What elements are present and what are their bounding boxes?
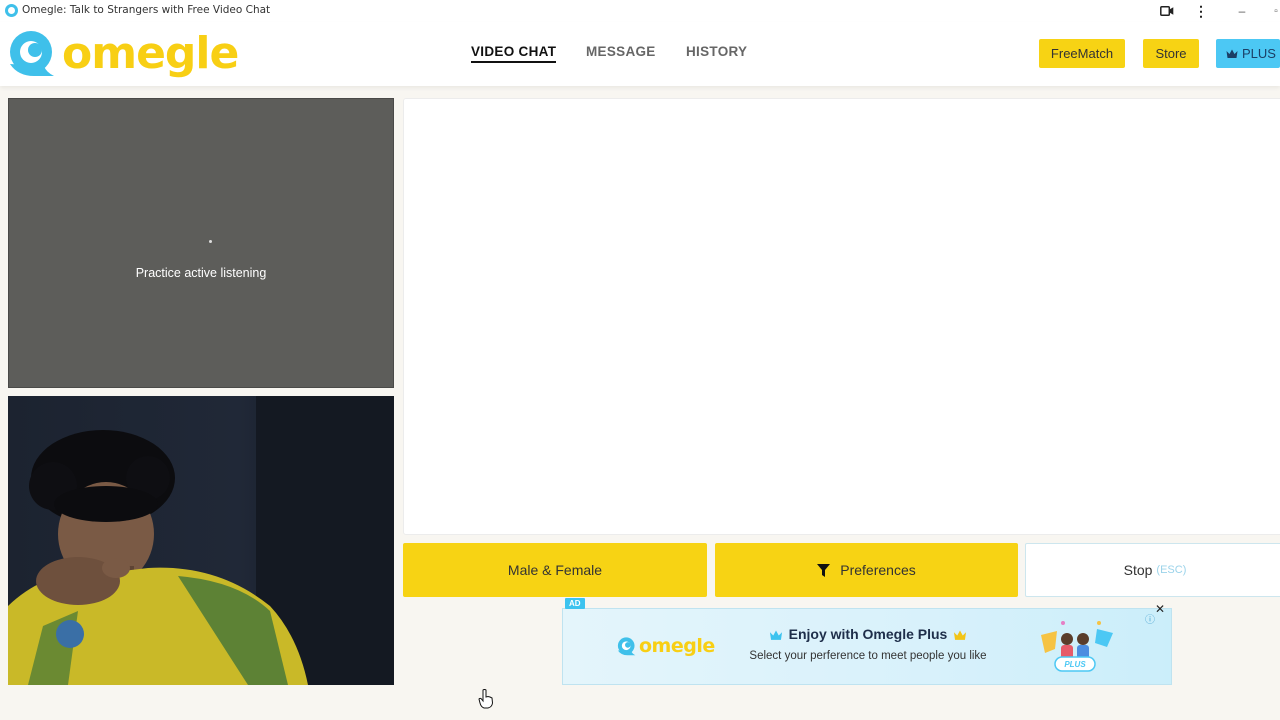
stop-label: Stop: [1123, 562, 1153, 578]
crown-icon: [1226, 49, 1238, 58]
loading-spinner-icon: [209, 240, 212, 243]
minimize-icon[interactable]: –: [1236, 2, 1248, 20]
stranger-status-text: Practice active listening: [135, 266, 267, 280]
stop-shortcut-hint: (ESC): [1156, 564, 1187, 576]
stop-button[interactable]: Stop (ESC): [1025, 543, 1280, 597]
site-header: omegle VIDEO CHAT MESSAGE HISTORY FreeMa…: [0, 22, 1280, 86]
omegle-logo-text: omegle: [62, 28, 239, 79]
ad-badge: AD: [565, 598, 585, 609]
self-camera-feed: [8, 396, 394, 685]
crown-icon: [769, 630, 782, 640]
nav-history[interactable]: HISTORY: [686, 44, 747, 59]
store-button[interactable]: Store: [1143, 39, 1199, 68]
omegle-logo-icon: [8, 30, 58, 78]
crown-icon: [954, 630, 967, 640]
chat-panel[interactable]: [403, 98, 1280, 535]
ad-close-icon[interactable]: ✕: [1155, 603, 1165, 615]
video-camera-icon[interactable]: [1159, 2, 1175, 20]
ad-banner[interactable]: omegle Enjoy with Omegle Plus Select you…: [562, 608, 1172, 685]
ad-art-label: PLUS: [1064, 660, 1086, 669]
window-title: Omegle: Talk to Strangers with Free Vide…: [22, 4, 271, 16]
nav-video-chat[interactable]: VIDEO CHAT: [471, 44, 557, 63]
maximize-icon[interactable]: ▫: [1272, 2, 1280, 20]
gender-filter-button[interactable]: Male & Female: [403, 543, 707, 597]
ad-headline-text: Enjoy with Omegle Plus: [788, 626, 948, 642]
app-icon: [5, 4, 18, 17]
camera-image: [8, 396, 394, 685]
window-title-bar: Omegle: Talk to Strangers with Free Vide…: [0, 0, 1280, 22]
freematch-button[interactable]: FreeMatch: [1039, 39, 1125, 68]
preferences-button[interactable]: Preferences: [715, 543, 1018, 597]
plus-button[interactable]: PLUS: [1216, 39, 1280, 68]
hand-cursor-icon: [478, 689, 494, 709]
nav-message[interactable]: MESSAGE: [586, 44, 656, 59]
stranger-video-panel: Practice active listening: [8, 98, 394, 388]
filter-icon: [817, 563, 831, 577]
omegle-logo[interactable]: omegle: [8, 28, 239, 79]
more-vert-icon[interactable]: ⋮: [1194, 2, 1208, 20]
preferences-label: Preferences: [840, 562, 916, 578]
ad-illustration: PLUS: [1041, 621, 1113, 672]
plus-button-label: PLUS: [1242, 46, 1276, 61]
